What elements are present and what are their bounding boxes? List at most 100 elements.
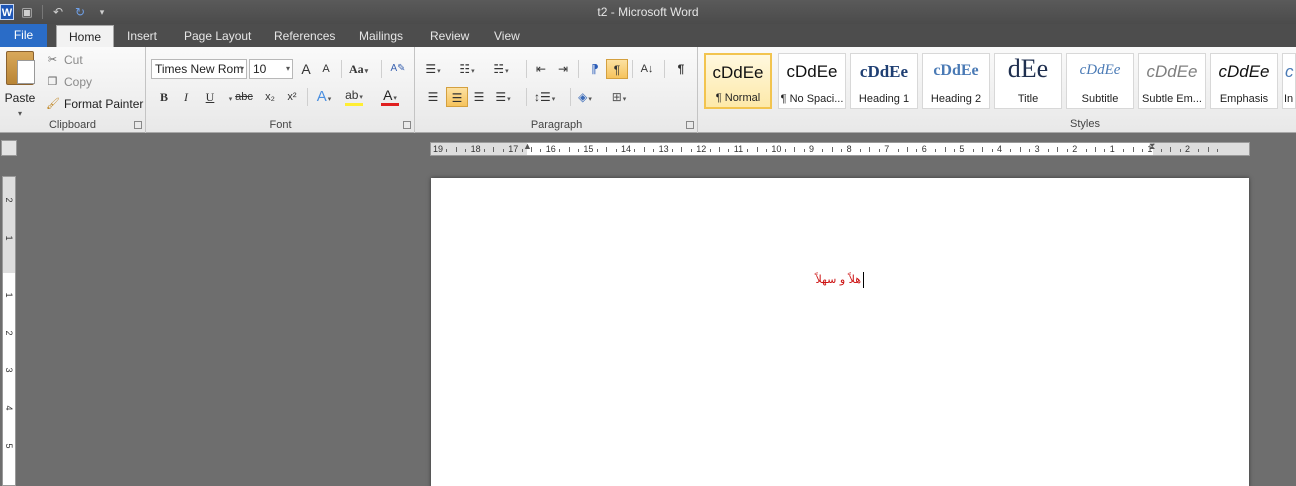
font-color-label: A xyxy=(383,87,393,103)
shrink-font-button[interactable]: A xyxy=(317,59,335,79)
highlight-button[interactable]: ab▾ xyxy=(345,87,363,106)
ruler-number: 11 xyxy=(733,144,744,154)
horizontal-ruler[interactable]: ▲ ⧗ 19 18 17 16 15 14 13 12 11 10 9 8 7 6 5 4 3 2 1 1 2 xyxy=(430,141,1250,156)
ruler-tick xyxy=(446,149,448,152)
ruler-tick xyxy=(465,149,467,152)
separator xyxy=(570,88,571,106)
ruler-number: 15 xyxy=(583,144,594,154)
ruler-number: 14 xyxy=(621,144,632,154)
ruler-tick xyxy=(1123,149,1125,152)
ruler-tick xyxy=(568,147,570,152)
subscript-button[interactable]: x₂ xyxy=(261,87,279,107)
ruler-number: 10 xyxy=(771,144,782,154)
ruler-tick xyxy=(455,147,457,152)
line-spacing-icon[interactable]: ↕☰▾ xyxy=(534,87,555,107)
dialog-launcher-icon[interactable] xyxy=(403,121,411,129)
paintbrush-icon: 🖌 xyxy=(46,97,60,110)
multilevel-list-icon[interactable]: ☵▾ xyxy=(492,59,510,79)
ruler-tick xyxy=(907,147,908,152)
tab-selector-icon[interactable] xyxy=(1,140,17,156)
ruler-number: 19 xyxy=(433,144,444,154)
ribbon: Paste ▾ ✂ Cut ❐ Copy 🖌 Format Painter Cl… xyxy=(0,47,1296,133)
justify-icon[interactable]: ☰▾ xyxy=(494,87,512,107)
italic-button[interactable]: I xyxy=(177,87,195,107)
style-subtitle[interactable]: cDdEe Subtitle xyxy=(1066,53,1134,109)
style-emphasis[interactable]: cDdEe Emphasis xyxy=(1210,53,1278,109)
chevron-down-icon: ▾ xyxy=(17,109,22,118)
style-intense-emphasis[interactable]: c In xyxy=(1282,53,1296,109)
ruler-tick xyxy=(493,147,495,152)
style-heading-2[interactable]: cDdEe Heading 2 xyxy=(922,53,990,109)
bold-button[interactable]: B xyxy=(155,87,173,107)
separator xyxy=(664,60,665,78)
strikethrough-button[interactable]: abc xyxy=(235,87,253,107)
tab-page-layout[interactable]: Page Layout xyxy=(172,25,263,47)
copy-button[interactable]: ❐ Copy xyxy=(46,73,92,91)
ruler-tick xyxy=(672,149,673,152)
ruler-tick xyxy=(578,149,579,152)
ruler-bar: ▲ ⧗ 19 18 17 16 15 14 13 12 11 10 9 8 7 6 5 4 3 2 1 1 2 xyxy=(0,134,1296,164)
ruler-number: 7 xyxy=(884,144,890,154)
vertical-ruler[interactable]: 2 1 1 2 3 4 5 xyxy=(2,176,16,486)
decrease-indent-icon[interactable]: ⇤ xyxy=(532,59,550,79)
increase-indent-icon[interactable]: ⇥ xyxy=(554,59,572,79)
style-heading-1[interactable]: cDdEe Heading 1 xyxy=(850,53,918,109)
ruler-tick xyxy=(803,149,805,152)
text-effects-button[interactable]: A▾ xyxy=(315,87,333,107)
dialog-launcher-icon[interactable] xyxy=(686,121,694,129)
document-page[interactable]: هلاً و سهلاً xyxy=(431,178,1249,486)
ruler-tick xyxy=(972,149,974,152)
font-group-label: Font xyxy=(269,119,292,131)
styles-group-label: Styles xyxy=(1070,118,1100,130)
format-painter-button[interactable]: 🖌 Format Painter xyxy=(46,95,143,113)
grow-font-button[interactable]: A xyxy=(297,59,315,79)
numbering-icon[interactable]: ☷▾ xyxy=(458,59,476,79)
sort-icon[interactable]: A↓ xyxy=(638,59,656,79)
style-sample: cDdEe xyxy=(859,62,909,81)
document-text[interactable]: هلاً و سهلاً xyxy=(815,273,861,286)
tab-insert[interactable]: Insert xyxy=(115,25,169,47)
font-size-box[interactable]: 10 ▾ xyxy=(249,59,293,79)
font-name-box[interactable]: Times New Rom ▾ xyxy=(151,59,247,79)
style-normal[interactable]: cDdEe ¶ Normal xyxy=(704,53,772,109)
style-no-spacing[interactable]: cDdEe ¶ No Spaci... xyxy=(778,53,846,109)
superscript-button[interactable]: x² xyxy=(283,87,301,107)
change-case-button[interactable]: Aa▾ xyxy=(349,59,368,79)
style-sample: cDdEe xyxy=(1146,62,1198,81)
clear-formatting-icon[interactable]: A✎ xyxy=(389,59,407,79)
ruler-number: 16 xyxy=(545,144,556,154)
underline-button[interactable]: U xyxy=(201,87,219,107)
style-name: ¶ Normal xyxy=(715,92,761,104)
tab-review[interactable]: Review xyxy=(418,25,481,47)
align-left-icon[interactable]: ☰ xyxy=(424,87,442,107)
tab-file[interactable]: File xyxy=(0,24,47,47)
style-name: ¶ No Spaci... xyxy=(780,93,844,105)
separator xyxy=(341,60,342,78)
right-to-left-icon[interactable]: ¶ xyxy=(606,59,628,79)
tab-view[interactable]: View xyxy=(482,25,532,47)
ruler-number: 5 xyxy=(4,443,14,449)
show-formatting-icon[interactable]: ¶ xyxy=(672,59,690,79)
paste-button[interactable]: Paste ▾ xyxy=(4,51,36,119)
bullets-icon[interactable]: ☰▾ xyxy=(424,59,442,79)
ruler-number: 2 xyxy=(4,330,14,336)
chevron-down-icon[interactable]: ▾ xyxy=(286,60,290,78)
ruler-tick xyxy=(916,149,918,152)
tab-mailings[interactable]: Mailings xyxy=(347,25,415,47)
shading-icon[interactable]: ◈▾ xyxy=(576,87,594,107)
tab-home[interactable]: Home xyxy=(56,25,115,47)
align-center-icon[interactable]: ☰ xyxy=(446,87,468,107)
tab-references[interactable]: References xyxy=(262,25,347,47)
paste-label: Paste xyxy=(4,91,36,105)
style-sample: c xyxy=(1285,62,1294,81)
chevron-down-icon[interactable]: ▾ xyxy=(240,60,244,78)
borders-icon[interactable]: ⊞▾ xyxy=(610,87,628,107)
dialog-launcher-icon[interactable] xyxy=(134,121,142,129)
font-color-button[interactable]: A▾ xyxy=(381,87,399,106)
style-subtle-emphasis[interactable]: cDdEe Subtle Em... xyxy=(1138,53,1206,109)
ruler-tick xyxy=(944,147,946,152)
style-title[interactable]: dEe Title xyxy=(994,53,1062,109)
left-to-right-icon[interactable]: ⁋ xyxy=(586,59,604,79)
cut-button[interactable]: ✂ Cut xyxy=(46,51,83,69)
align-right-icon[interactable]: ☰ xyxy=(470,87,488,107)
